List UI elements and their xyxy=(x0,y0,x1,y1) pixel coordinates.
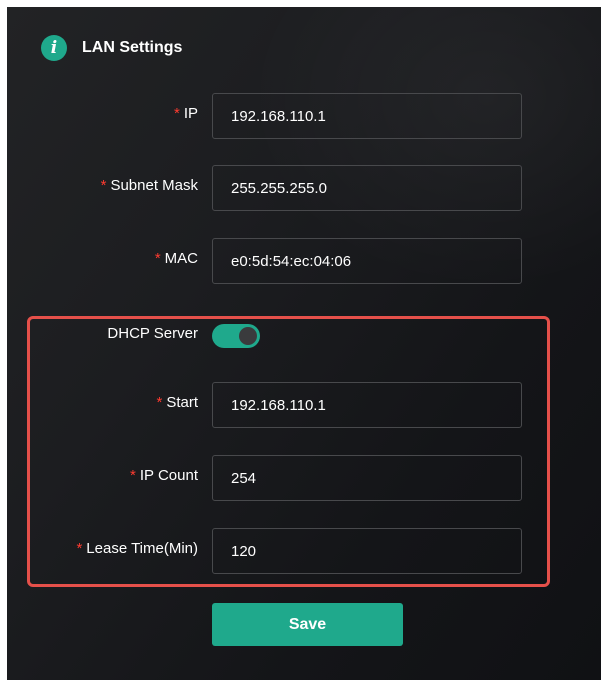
subnet-mask-input[interactable] xyxy=(212,165,522,211)
subnet-mask-label: * Subnet Mask xyxy=(101,165,198,211)
required-marker: * xyxy=(154,250,161,267)
lease-time-row: * Lease Time(Min) xyxy=(7,528,601,574)
page-title: LAN Settings xyxy=(82,39,183,56)
dhcp-server-toggle[interactable] xyxy=(212,324,260,348)
info-icon-glyph: i xyxy=(50,37,58,58)
subnet-mask-row: * Subnet Mask xyxy=(7,165,601,211)
ip-count-label: * IP Count xyxy=(130,455,198,501)
lease-time-label: * Lease Time(Min) xyxy=(76,528,198,574)
ip-count-row: * IP Count xyxy=(7,455,601,501)
mac-row: * MAC xyxy=(7,238,601,284)
start-input[interactable] xyxy=(212,382,522,428)
ip-row: * IP xyxy=(7,93,601,139)
mac-label: * MAC xyxy=(155,238,198,284)
ip-count-input[interactable] xyxy=(212,455,522,501)
mac-label-text: MAC xyxy=(164,250,198,267)
subnet-mask-label-text: Subnet Mask xyxy=(110,177,198,194)
info-icon: i xyxy=(41,35,67,61)
start-label: * Start xyxy=(156,382,198,428)
start-label-text: Start xyxy=(166,394,198,411)
mac-input[interactable] xyxy=(212,238,522,284)
required-marker: * xyxy=(100,177,107,194)
dhcp-server-label: DHCP Server xyxy=(107,325,198,342)
lease-time-input[interactable] xyxy=(212,528,522,574)
ip-label-text: IP xyxy=(183,105,198,122)
required-marker: * xyxy=(130,467,136,484)
ip-label: * IP xyxy=(174,93,198,139)
lan-settings-panel: i LAN Settings * IP * Subnet Mask * MAC … xyxy=(7,7,601,680)
ip-input[interactable] xyxy=(212,93,522,139)
save-button[interactable]: Save xyxy=(212,603,403,646)
required-marker: * xyxy=(156,394,163,411)
dhcp-server-row: DHCP Server xyxy=(7,322,601,350)
ip-count-label-text: IP Count xyxy=(139,467,198,484)
toggle-knob xyxy=(239,327,257,345)
lease-time-label-text: Lease Time(Min) xyxy=(86,540,198,557)
start-row: * Start xyxy=(7,382,601,428)
panel-header: i LAN Settings xyxy=(41,34,182,62)
required-marker: * xyxy=(76,540,83,557)
required-marker: * xyxy=(173,105,180,122)
